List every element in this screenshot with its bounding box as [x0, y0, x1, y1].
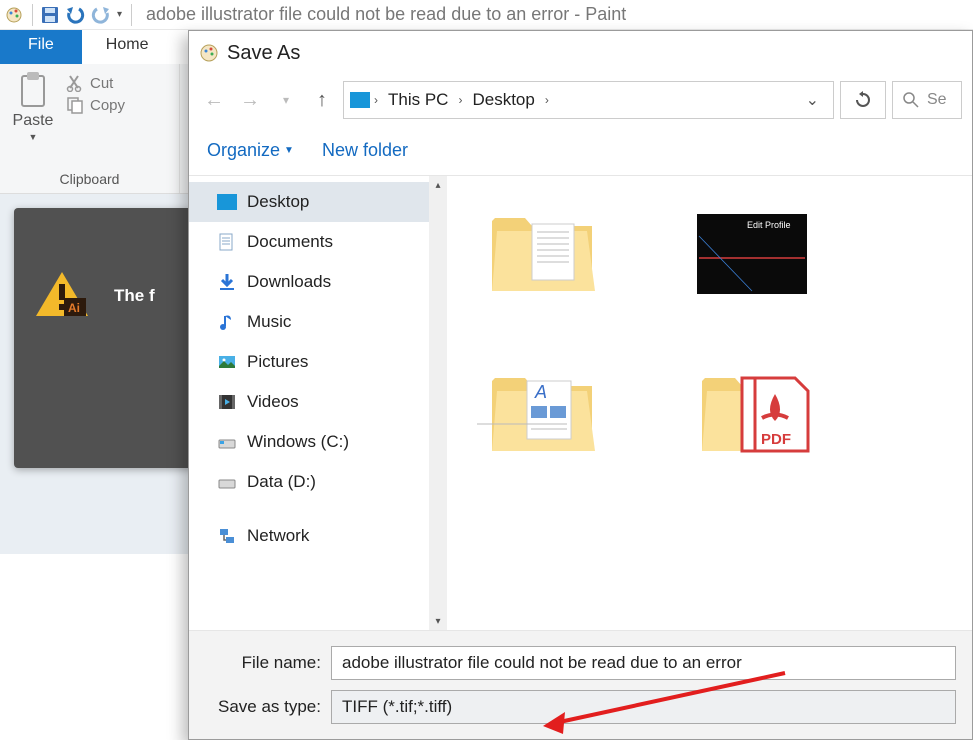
cut-label: Cut	[90, 75, 113, 92]
qat-dropdown-icon[interactable]: ▾	[115, 9, 127, 20]
chevron-down-icon: ▼	[29, 132, 38, 142]
pc-chip-icon	[350, 92, 370, 108]
folder-item[interactable]: A	[477, 356, 607, 466]
drive-icon	[217, 472, 237, 492]
drive-icon	[217, 432, 237, 452]
filename-label: File name:	[205, 653, 321, 673]
forward-button[interactable]: →	[235, 82, 265, 118]
recent-dropdown[interactable]: ▾	[271, 82, 301, 118]
tree-scrollbar[interactable]: ▴ ▾	[429, 176, 447, 630]
folder-item[interactable]	[477, 196, 607, 306]
svg-text:PDF: PDF	[761, 431, 791, 448]
paste-label: Paste	[13, 112, 54, 130]
tree-item-drive-c[interactable]: Windows (C:)	[189, 422, 429, 462]
window-title: adobe illustrator file could not be read…	[146, 4, 626, 25]
save-icon[interactable]	[37, 2, 63, 28]
tree-item-videos[interactable]: Videos	[189, 382, 429, 422]
documents-icon	[217, 232, 237, 252]
cut-button[interactable]: Cut	[66, 74, 125, 92]
refresh-button[interactable]	[840, 81, 886, 119]
breadcrumb-thispc[interactable]: This PC	[382, 90, 454, 110]
dialog-title: Save As	[227, 42, 300, 65]
svg-text:Ai: Ai	[68, 301, 80, 315]
dialog-toolbar: Organize ▼ New folder	[189, 125, 972, 175]
back-button[interactable]: ←	[199, 82, 229, 118]
breadcrumb-arrow-icon[interactable]: ›	[372, 93, 380, 107]
navigation-bar: ← → ▾ ↑ › This PC › Desktop › ⌄ Se	[189, 75, 972, 125]
search-placeholder: Se	[927, 91, 947, 109]
address-bar[interactable]: › This PC › Desktop › ⌄	[343, 81, 834, 119]
music-icon	[217, 312, 237, 332]
dialog-titlebar: Save As	[189, 31, 972, 75]
tree-item-documents[interactable]: Documents	[189, 222, 429, 262]
clipboard-icon	[16, 70, 50, 110]
filename-input[interactable]	[331, 646, 956, 680]
scissors-icon	[66, 74, 84, 92]
tree-item-downloads[interactable]: Downloads	[189, 262, 429, 302]
filetype-combo[interactable]: TIFF (*.tif;*.tiff)	[331, 690, 956, 724]
search-icon	[903, 92, 919, 108]
organize-button[interactable]: Organize ▼	[207, 140, 294, 161]
tree-item-desktop[interactable]: Desktop	[189, 182, 429, 222]
tree-item-music[interactable]: Music	[189, 302, 429, 342]
quick-access-toolbar: ▾ adobe illustrator file could not be re…	[0, 0, 973, 30]
dialog-body: Desktop Documents Downloads Music Pictur…	[189, 175, 972, 630]
dialog-bottom: File name: Save as type: TIFF (*.tif;*.t…	[189, 630, 972, 739]
tab-file[interactable]: File	[0, 30, 82, 64]
copy-label: Copy	[90, 97, 125, 114]
folder-label: Edit Profile	[747, 220, 791, 230]
up-button[interactable]: ↑	[307, 82, 337, 118]
undo-icon[interactable]	[63, 2, 89, 28]
thumbnail-text: The f	[114, 286, 155, 306]
warning-icon: Ai	[32, 268, 92, 322]
new-folder-button[interactable]: New folder	[322, 140, 408, 161]
tree-item-network[interactable]: Network	[189, 516, 429, 556]
desktop-icon	[217, 194, 237, 210]
copy-button[interactable]: Copy	[66, 96, 125, 114]
breadcrumb-arrow-icon[interactable]: ›	[543, 93, 551, 107]
filetype-label: Save as type:	[205, 697, 321, 717]
tree-item-drive-d[interactable]: Data (D:)	[189, 462, 429, 502]
downloads-icon	[217, 272, 237, 292]
paint-app-icon	[199, 43, 219, 63]
paint-app-icon	[5, 6, 23, 24]
search-box[interactable]: Se	[892, 81, 962, 119]
clipboard-group-label: Clipboard	[8, 171, 171, 191]
redo-icon[interactable]	[89, 2, 115, 28]
breadcrumb-arrow-icon[interactable]: ›	[456, 93, 464, 107]
folder-tree: Desktop Documents Downloads Music Pictur…	[189, 176, 429, 630]
clipboard-group: Paste ▼ Cut Copy Clipboard	[0, 64, 180, 193]
tab-home[interactable]: Home	[82, 30, 173, 64]
folder-item-edit-profile[interactable]: Edit Profile	[687, 196, 817, 306]
breadcrumb-desktop[interactable]: Desktop	[466, 90, 540, 110]
videos-icon	[217, 392, 237, 412]
copy-icon	[66, 96, 84, 114]
canvas-thumbnail: Ai The f	[14, 208, 194, 468]
network-icon	[217, 526, 237, 546]
svg-text:A: A	[534, 382, 547, 402]
paste-button[interactable]: Paste ▼	[8, 70, 58, 142]
separator	[131, 4, 132, 26]
file-list[interactable]: Edit Profile A PDF	[447, 176, 972, 630]
tree-item-pictures[interactable]: Pictures	[189, 342, 429, 382]
folder-item-pdf[interactable]: PDF	[687, 356, 817, 466]
scroll-up-icon[interactable]: ▴	[429, 176, 447, 194]
address-dropdown-icon[interactable]: ⌄	[798, 90, 827, 110]
chevron-down-icon: ▼	[284, 145, 294, 156]
scroll-down-icon[interactable]: ▾	[429, 612, 447, 630]
pictures-icon	[217, 352, 237, 372]
separator	[32, 4, 33, 26]
save-as-dialog: Save As ← → ▾ ↑ › This PC › Desktop › ⌄ …	[188, 30, 973, 740]
